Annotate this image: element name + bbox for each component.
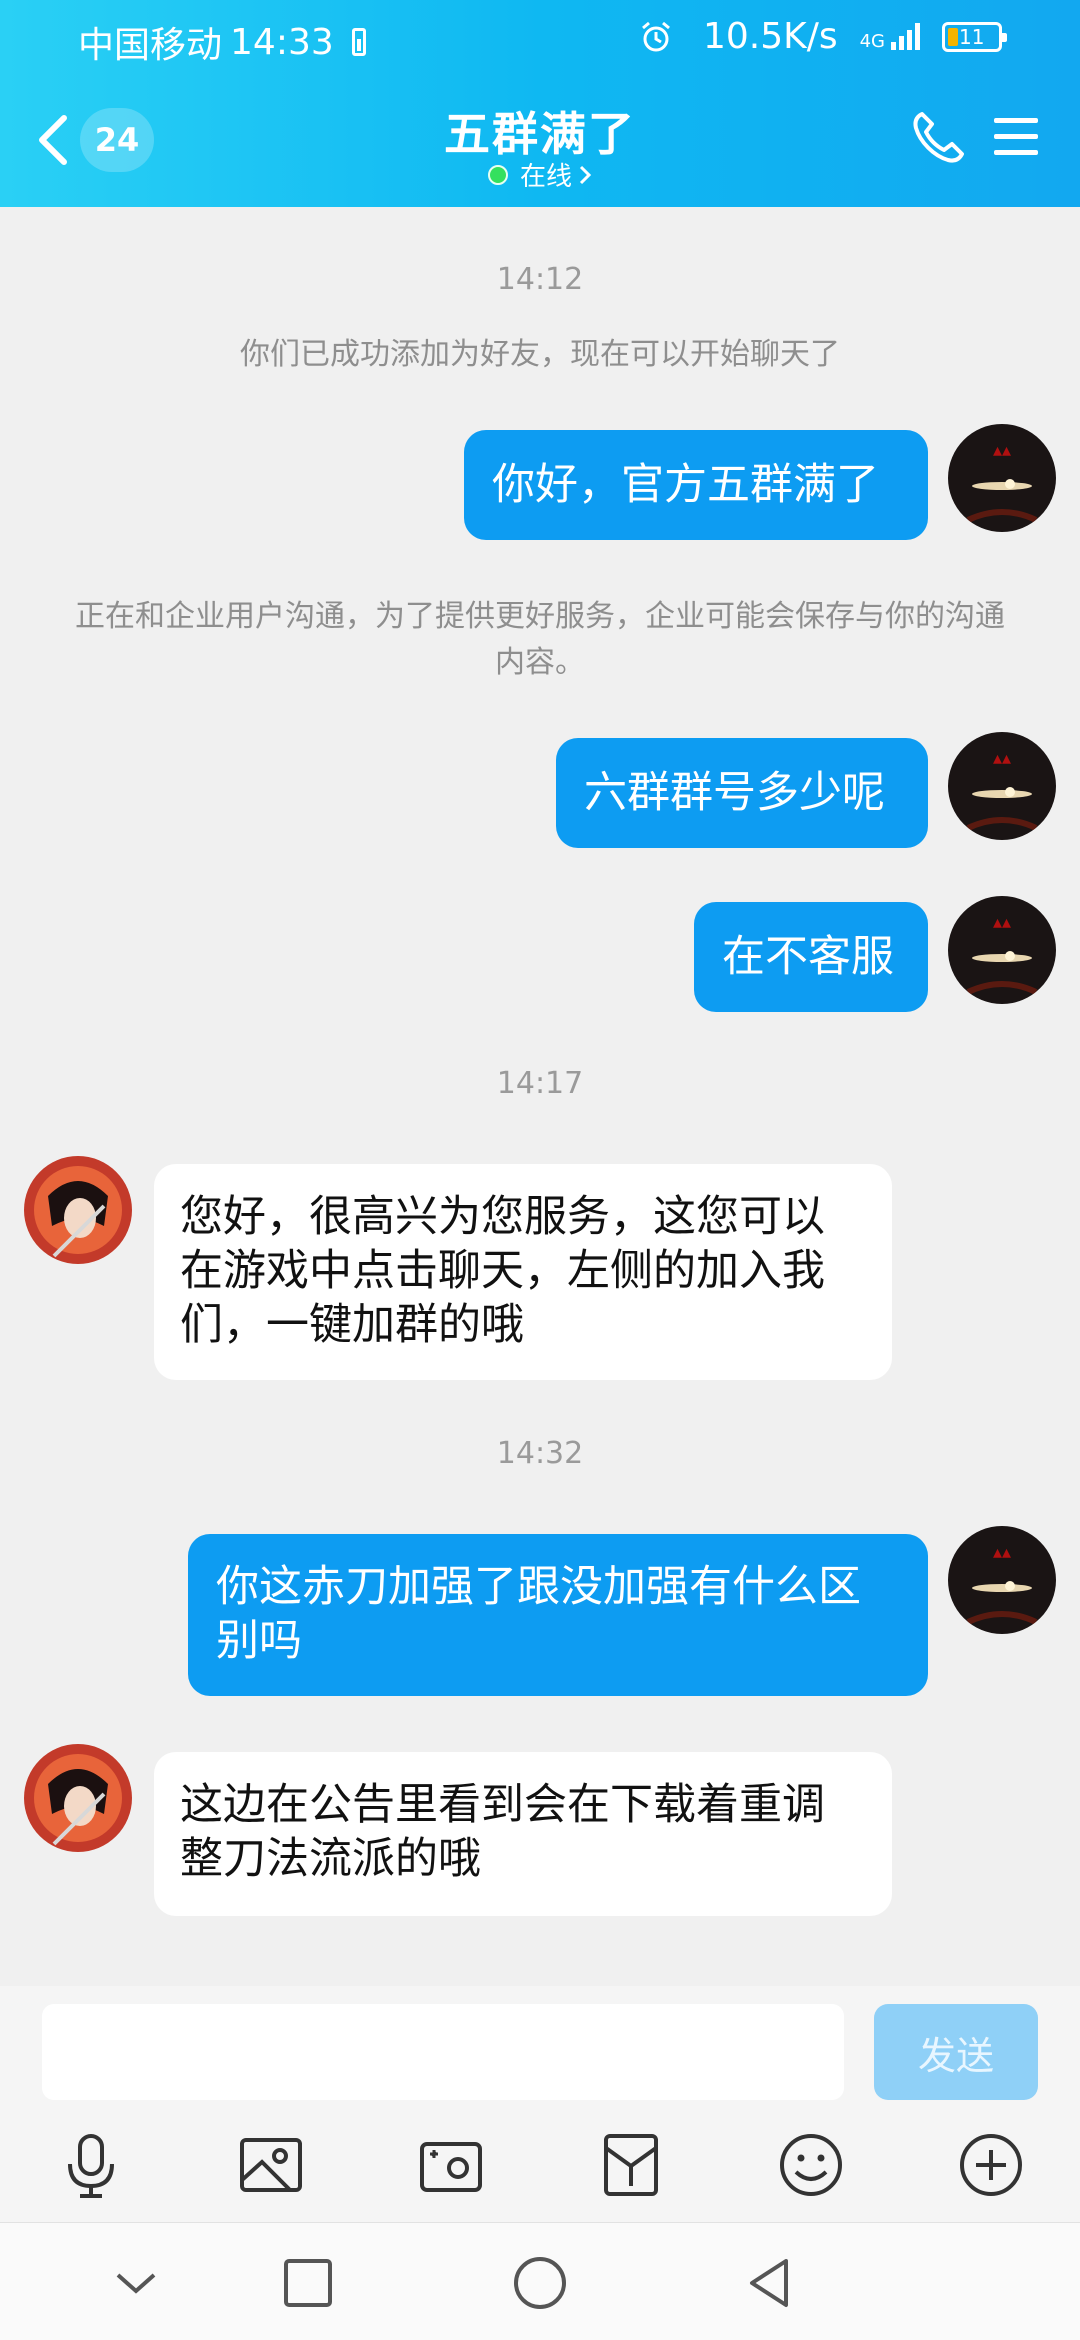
- battery-level: 11: [959, 24, 985, 49]
- input-toolbar: [0, 2108, 1080, 2222]
- composer-bar: 发送: [0, 1986, 1080, 2108]
- message-bubble-sent[interactable]: 在不客服: [694, 902, 928, 1012]
- my-avatar[interactable]: ▴▴: [948, 896, 1056, 1004]
- contact-avatar[interactable]: [24, 1744, 132, 1852]
- message-bubble-received[interactable]: 这边在公告里看到会在下载着重调整刀法流派的哦: [154, 1752, 892, 1916]
- network-type: 4G: [859, 31, 885, 52]
- clock: 14:33: [230, 21, 334, 63]
- svg-text:▴▴: ▴▴: [993, 912, 1011, 933]
- battery-icon: 11: [942, 21, 1007, 52]
- chevron-right-icon: [579, 165, 592, 184]
- svg-text:▴▴: ▴▴: [993, 440, 1011, 461]
- my-avatar[interactable]: ▴▴: [948, 732, 1056, 840]
- system-message: 正在和企业用户沟通，为了提供更好服务，企业可能会保存与你的沟通内容。: [75, 599, 1005, 680]
- message-bubble-sent[interactable]: 你好，官方五群满了: [464, 430, 928, 540]
- message-bubble-received[interactable]: 您好，很高兴为您服务，这您可以在游戏中点击聊天，左侧的加入我们，一键加群的哦: [154, 1164, 892, 1380]
- menu-icon[interactable]: [990, 112, 1042, 162]
- image-icon[interactable]: [236, 2130, 306, 2200]
- camera-icon[interactable]: [416, 2130, 486, 2200]
- timestamp: 14:17: [496, 1066, 584, 1101]
- microphone-icon[interactable]: [56, 2130, 126, 2200]
- back-icon[interactable]: [740, 2253, 800, 2313]
- my-avatar[interactable]: ▴▴: [948, 424, 1056, 532]
- message-input[interactable]: [42, 2004, 844, 2100]
- recent-apps-icon[interactable]: [278, 2253, 338, 2313]
- alarm-icon: [641, 21, 670, 51]
- system-navigation-bar: [0, 2222, 1080, 2340]
- home-icon[interactable]: [510, 2253, 570, 2313]
- plus-icon[interactable]: [956, 2130, 1026, 2200]
- online-dot-icon: [487, 164, 508, 185]
- net-speed: 10.5K/s: [702, 16, 838, 57]
- battery-saver-icon: [351, 28, 366, 56]
- chat-header: 中国移动 14:33 10.5K/s 4G 11 24 五群满了 在线: [0, 0, 1080, 207]
- chevron-down-icon[interactable]: [106, 2253, 166, 2313]
- presence-label: 在线: [519, 162, 572, 192]
- status-bar: 中国移动 14:33 10.5K/s 4G 11: [0, 0, 1080, 72]
- system-message: 你们已成功添加为好友，现在可以开始聊天了: [240, 337, 840, 372]
- carrier-label: 中国移动: [78, 25, 223, 66]
- send-button[interactable]: 发送: [874, 2004, 1038, 2100]
- timestamp: 14:32: [496, 1436, 584, 1471]
- phone-call-icon[interactable]: [908, 108, 968, 168]
- message-bubble-sent[interactable]: 你这赤刀加强了跟没加强有什么区别吗: [188, 1534, 928, 1696]
- my-avatar[interactable]: ▴▴: [948, 1526, 1056, 1634]
- red-packet-icon[interactable]: [596, 2130, 666, 2200]
- svg-text:▴▴: ▴▴: [993, 748, 1011, 769]
- timestamp: 14:12: [496, 262, 584, 297]
- contact-avatar[interactable]: [24, 1156, 132, 1264]
- message-bubble-sent[interactable]: 六群群号多少呢: [556, 738, 928, 848]
- svg-text:▴▴: ▴▴: [993, 1542, 1011, 1563]
- signal-icon: 4G: [859, 23, 920, 52]
- emoji-icon[interactable]: [776, 2130, 846, 2200]
